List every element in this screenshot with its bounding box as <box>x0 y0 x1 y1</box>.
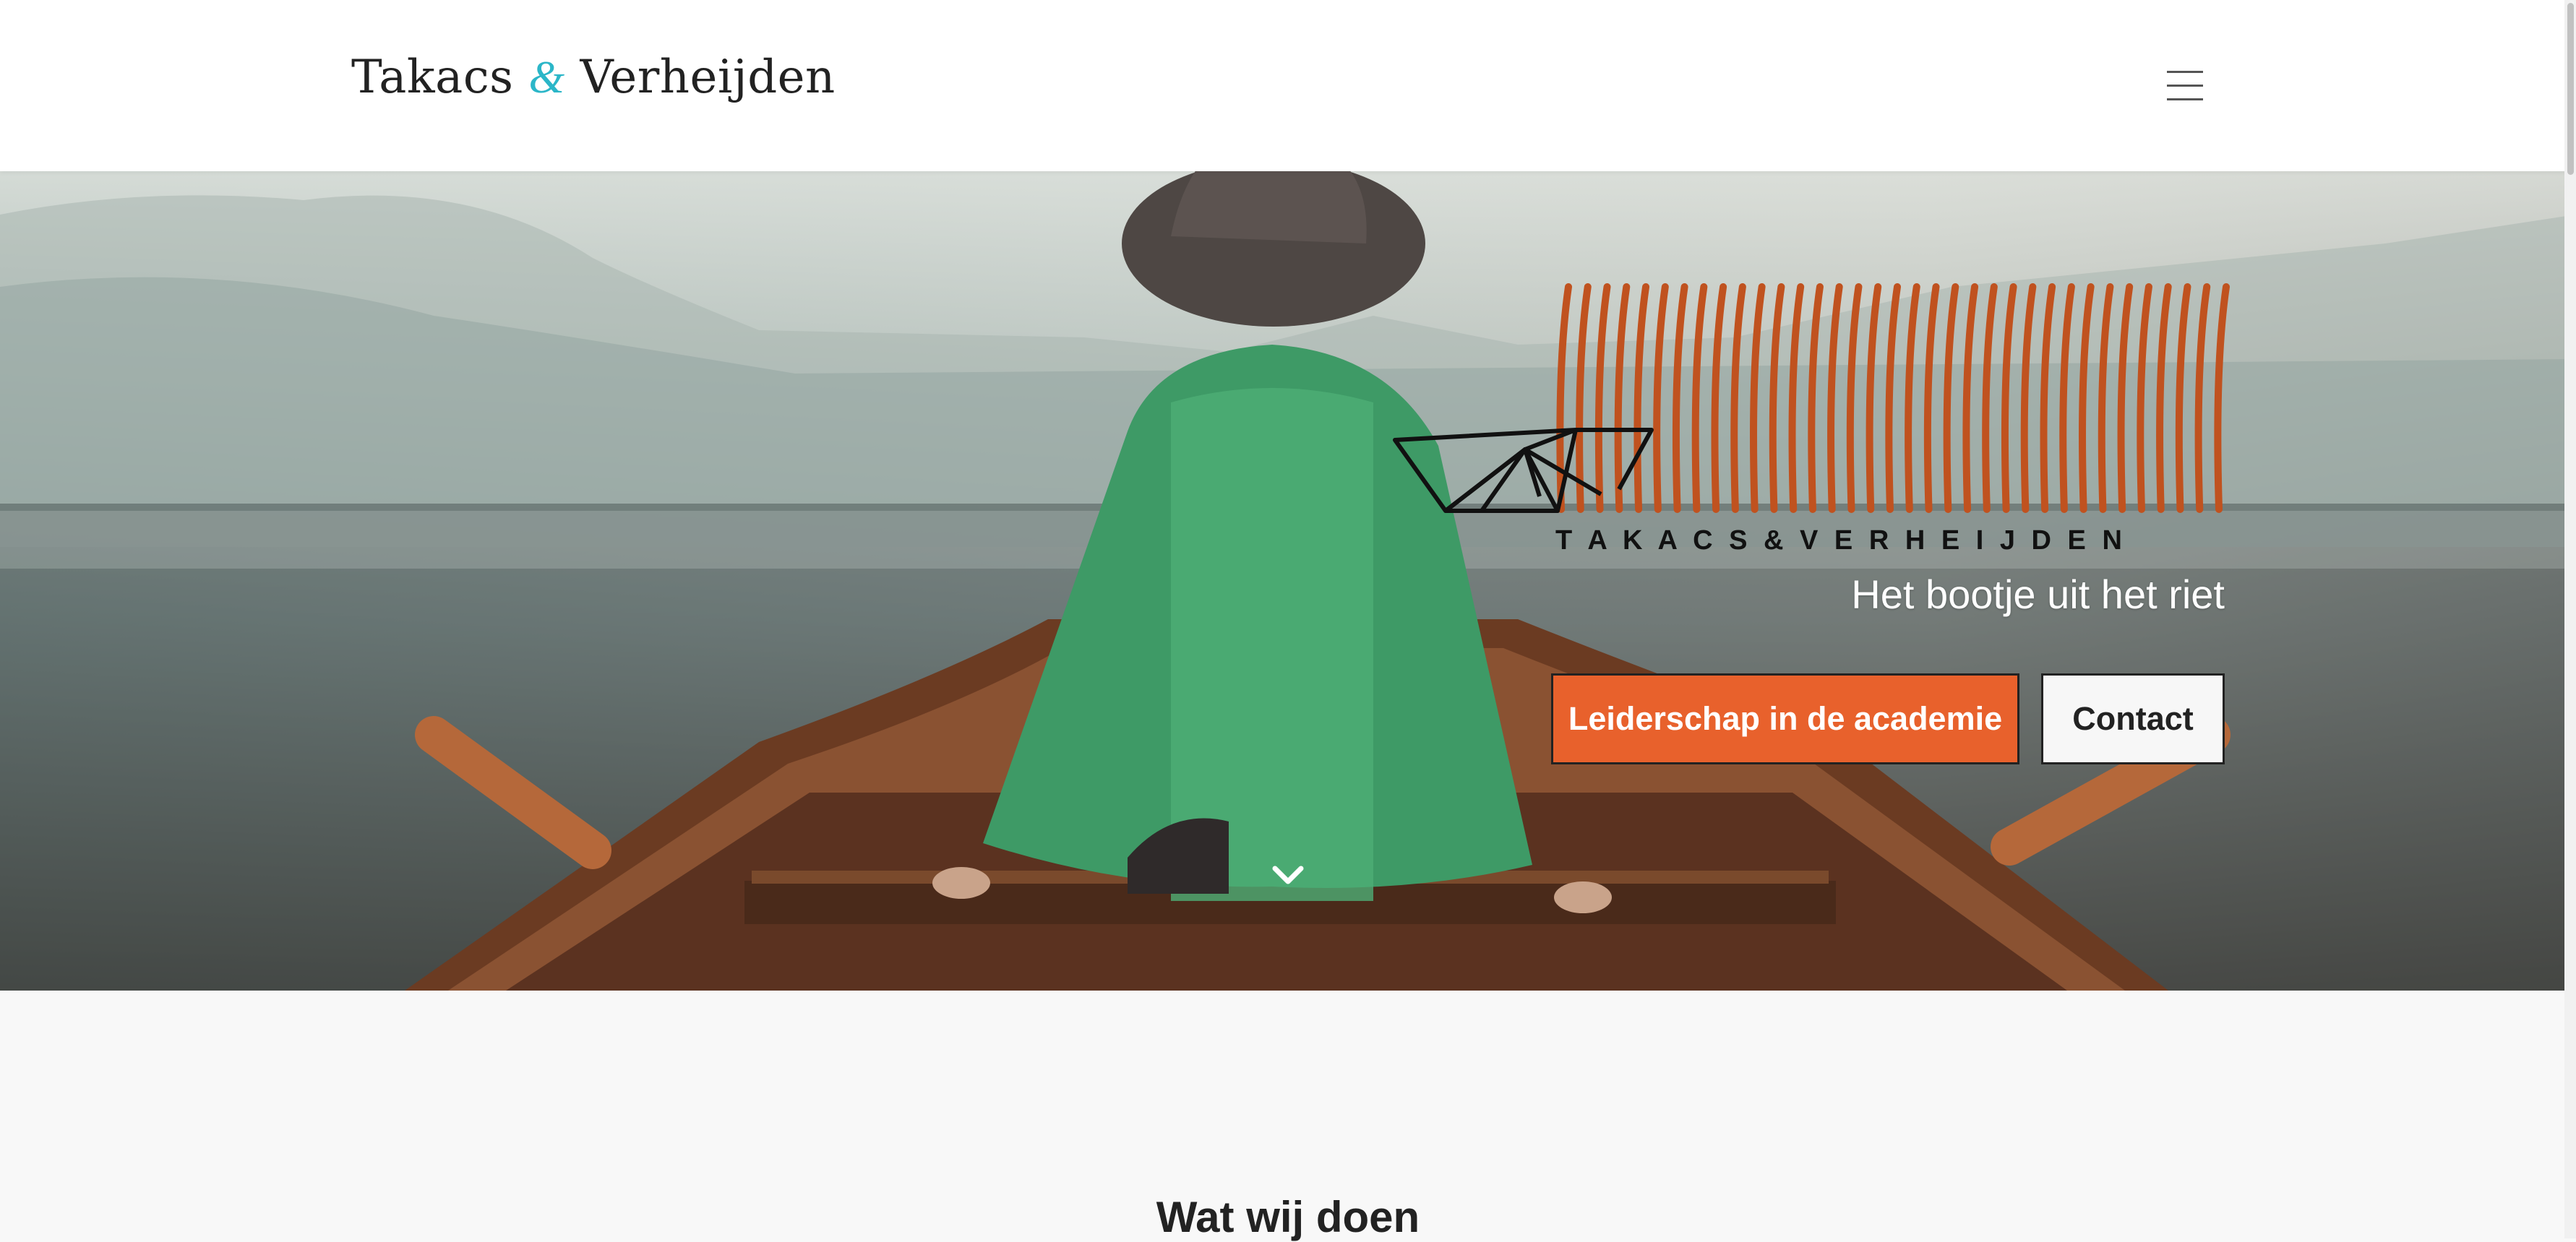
hamburger-menu-icon[interactable] <box>2164 66 2207 103</box>
scrollbar[interactable] <box>2564 0 2576 1238</box>
site-header: Takacs & Verheijden <box>0 0 2576 171</box>
logo-ampersand: & <box>528 51 565 103</box>
scrollbar-thumb[interactable] <box>2567 3 2574 175</box>
logo-text-part2: Verheijden <box>580 51 836 104</box>
logo-caption: T A K A C S & V E R H E I J D E N <box>1555 525 2126 556</box>
chevron-down-icon[interactable] <box>1271 861 1305 890</box>
logo-text-part1: Takacs <box>351 51 514 104</box>
leadership-academy-button[interactable]: Leiderschap in de academie <box>1551 673 2019 764</box>
hero-tagline: Het bootje uit het riet <box>1851 572 2225 617</box>
section-heading: Wat wij doen <box>1156 1193 1420 1241</box>
site-logo[interactable]: Takacs & Verheijden <box>351 51 836 104</box>
hero-section: T A K A C S & V E R H E I J D E N Het bo… <box>0 171 2576 991</box>
contact-button[interactable]: Contact <box>2041 673 2225 764</box>
